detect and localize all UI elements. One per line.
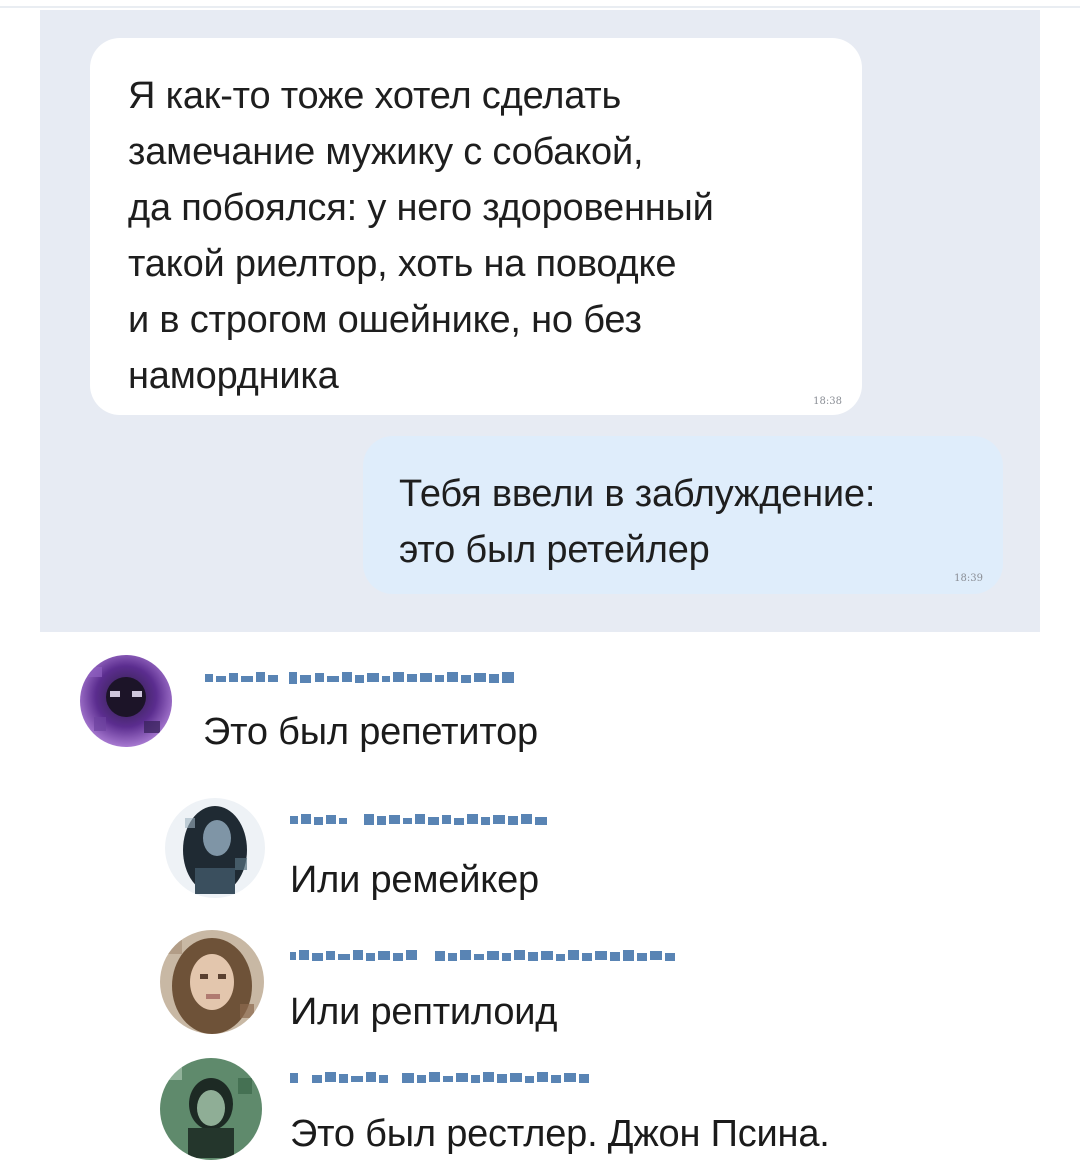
incoming-message-time: 18:38: [813, 396, 842, 407]
user-avatar-icon[interactable]: [80, 655, 172, 747]
user-avatar-icon[interactable]: [165, 798, 265, 898]
outgoing-message-time: 18:39: [954, 573, 983, 584]
incoming-message-text: Я как-то тоже хотел сделать замечание му…: [128, 75, 714, 397]
comment-item: Или ремейкер: [0, 790, 1080, 910]
comment-item: Или рептилоид: [0, 920, 1080, 1040]
incoming-message-bubble: Я как-то тоже хотел сделать замечание му…: [90, 38, 862, 415]
comment-text: Или рептилоид: [290, 991, 558, 1033]
author-name-blurred[interactable]: [290, 1070, 600, 1086]
outgoing-message-text: Тебя ввели в заблуждение: это был ретейл…: [399, 473, 876, 571]
top-divider: [0, 6, 1080, 8]
chat-panel: Я как-то тоже хотел сделать замечание му…: [40, 10, 1040, 632]
comment-text: Или ремейкер: [290, 859, 539, 901]
comment-item: Это был репетитор: [0, 640, 1080, 760]
author-name-blurred[interactable]: [290, 812, 550, 828]
user-avatar-icon[interactable]: [160, 930, 264, 1034]
comment-text: Это был репетитор: [203, 711, 538, 753]
comment-item: Это был рестлер. Джон Псина.: [0, 1050, 1080, 1166]
outgoing-message-bubble: Тебя ввели в заблуждение: это был ретейл…: [363, 436, 1003, 594]
screenshot-page: Я как-то тоже хотел сделать замечание му…: [0, 0, 1080, 1166]
author-name-blurred[interactable]: [290, 948, 680, 964]
user-avatar-icon[interactable]: [160, 1058, 262, 1160]
comment-text: Это был рестлер. Джон Псина.: [290, 1113, 830, 1155]
author-name-blurred[interactable]: [205, 670, 515, 686]
